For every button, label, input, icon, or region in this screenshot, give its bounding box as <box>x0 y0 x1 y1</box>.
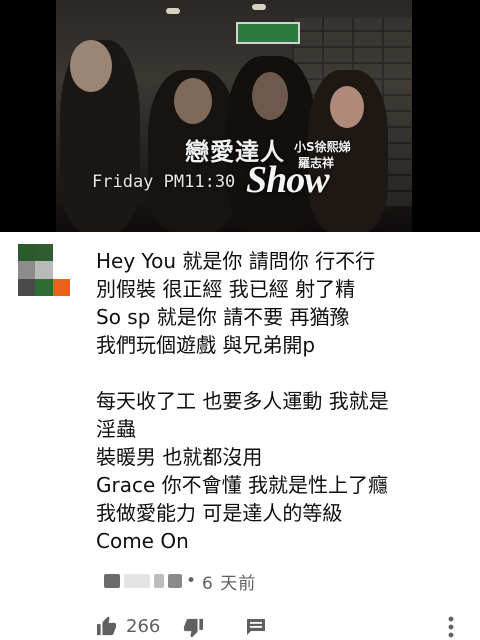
exit-sign <box>236 22 300 44</box>
comment-line: 每天收了工 也要多人運動 我就是 <box>96 389 389 413</box>
ceiling-light <box>252 4 266 10</box>
blurred-username[interactable] <box>124 574 150 588</box>
show-logo: Show <box>246 159 330 201</box>
thumb-up-icon[interactable] <box>96 616 118 636</box>
blurred-username[interactable] <box>154 574 164 588</box>
avatar-pixel <box>35 261 53 279</box>
video-scene <box>56 0 412 232</box>
comment-line: So sp 就是你 請不要 再猶豫 <box>96 305 350 329</box>
video-timestamp: Friday PM11:30 <box>92 172 236 192</box>
comment-actions: 266 <box>0 612 480 640</box>
blurred-username[interactable] <box>168 574 182 588</box>
comment-text: Hey You 就是你 請問你 行不行 別假裝 很正經 我已經 射了精 So s… <box>96 247 466 555</box>
meta-separator: • <box>186 571 197 591</box>
person-face <box>174 78 212 124</box>
artist-names: 小S徐熙娣 <box>294 140 351 154</box>
comment-line: 我做愛能力 可是達人的等級 <box>96 501 343 525</box>
video-frame[interactable]: 戀愛達人 小S徐熙娣 羅志祥 Show Friday PM11:30 <box>0 0 480 232</box>
avatar-pixel <box>18 261 36 279</box>
avatar-pixel <box>35 278 53 296</box>
person-face <box>330 86 364 128</box>
comment-line: Hey You 就是你 請問你 行不行 <box>96 249 376 273</box>
comment-line: 裝暖男 也就都沒用 <box>96 445 263 469</box>
avatar-pixel <box>18 244 36 262</box>
comment-line: 別假裝 很正經 我已經 射了精 <box>96 277 356 301</box>
avatar-pixel <box>52 261 70 279</box>
comment-line: 我們玩個遊戲 與兄弟開p <box>96 333 316 357</box>
person-face <box>252 72 288 120</box>
blurred-username[interactable] <box>104 574 120 588</box>
avatar-pixel <box>52 244 70 262</box>
avatar-pixel <box>35 244 53 262</box>
more-vert-icon[interactable] <box>448 616 454 638</box>
like-count: 266 <box>126 616 161 637</box>
reply-icon[interactable] <box>246 618 266 636</box>
comment-line: Grace 你不會懂 我就是性上了癮 <box>96 473 388 497</box>
comment-time: 6 天前 <box>202 573 257 594</box>
comment-meta: • 6 天前 <box>104 570 257 594</box>
ceiling-light <box>166 8 180 14</box>
comment-line: 淫蟲 <box>96 417 136 441</box>
person-face <box>70 40 112 92</box>
comment-blank-line <box>96 359 466 387</box>
avatar-pixel <box>18 278 36 296</box>
comment-line: Come On <box>96 529 189 553</box>
avatar[interactable] <box>18 244 70 296</box>
avatar-pixel <box>52 278 70 296</box>
thumb-down-icon[interactable] <box>182 618 204 638</box>
